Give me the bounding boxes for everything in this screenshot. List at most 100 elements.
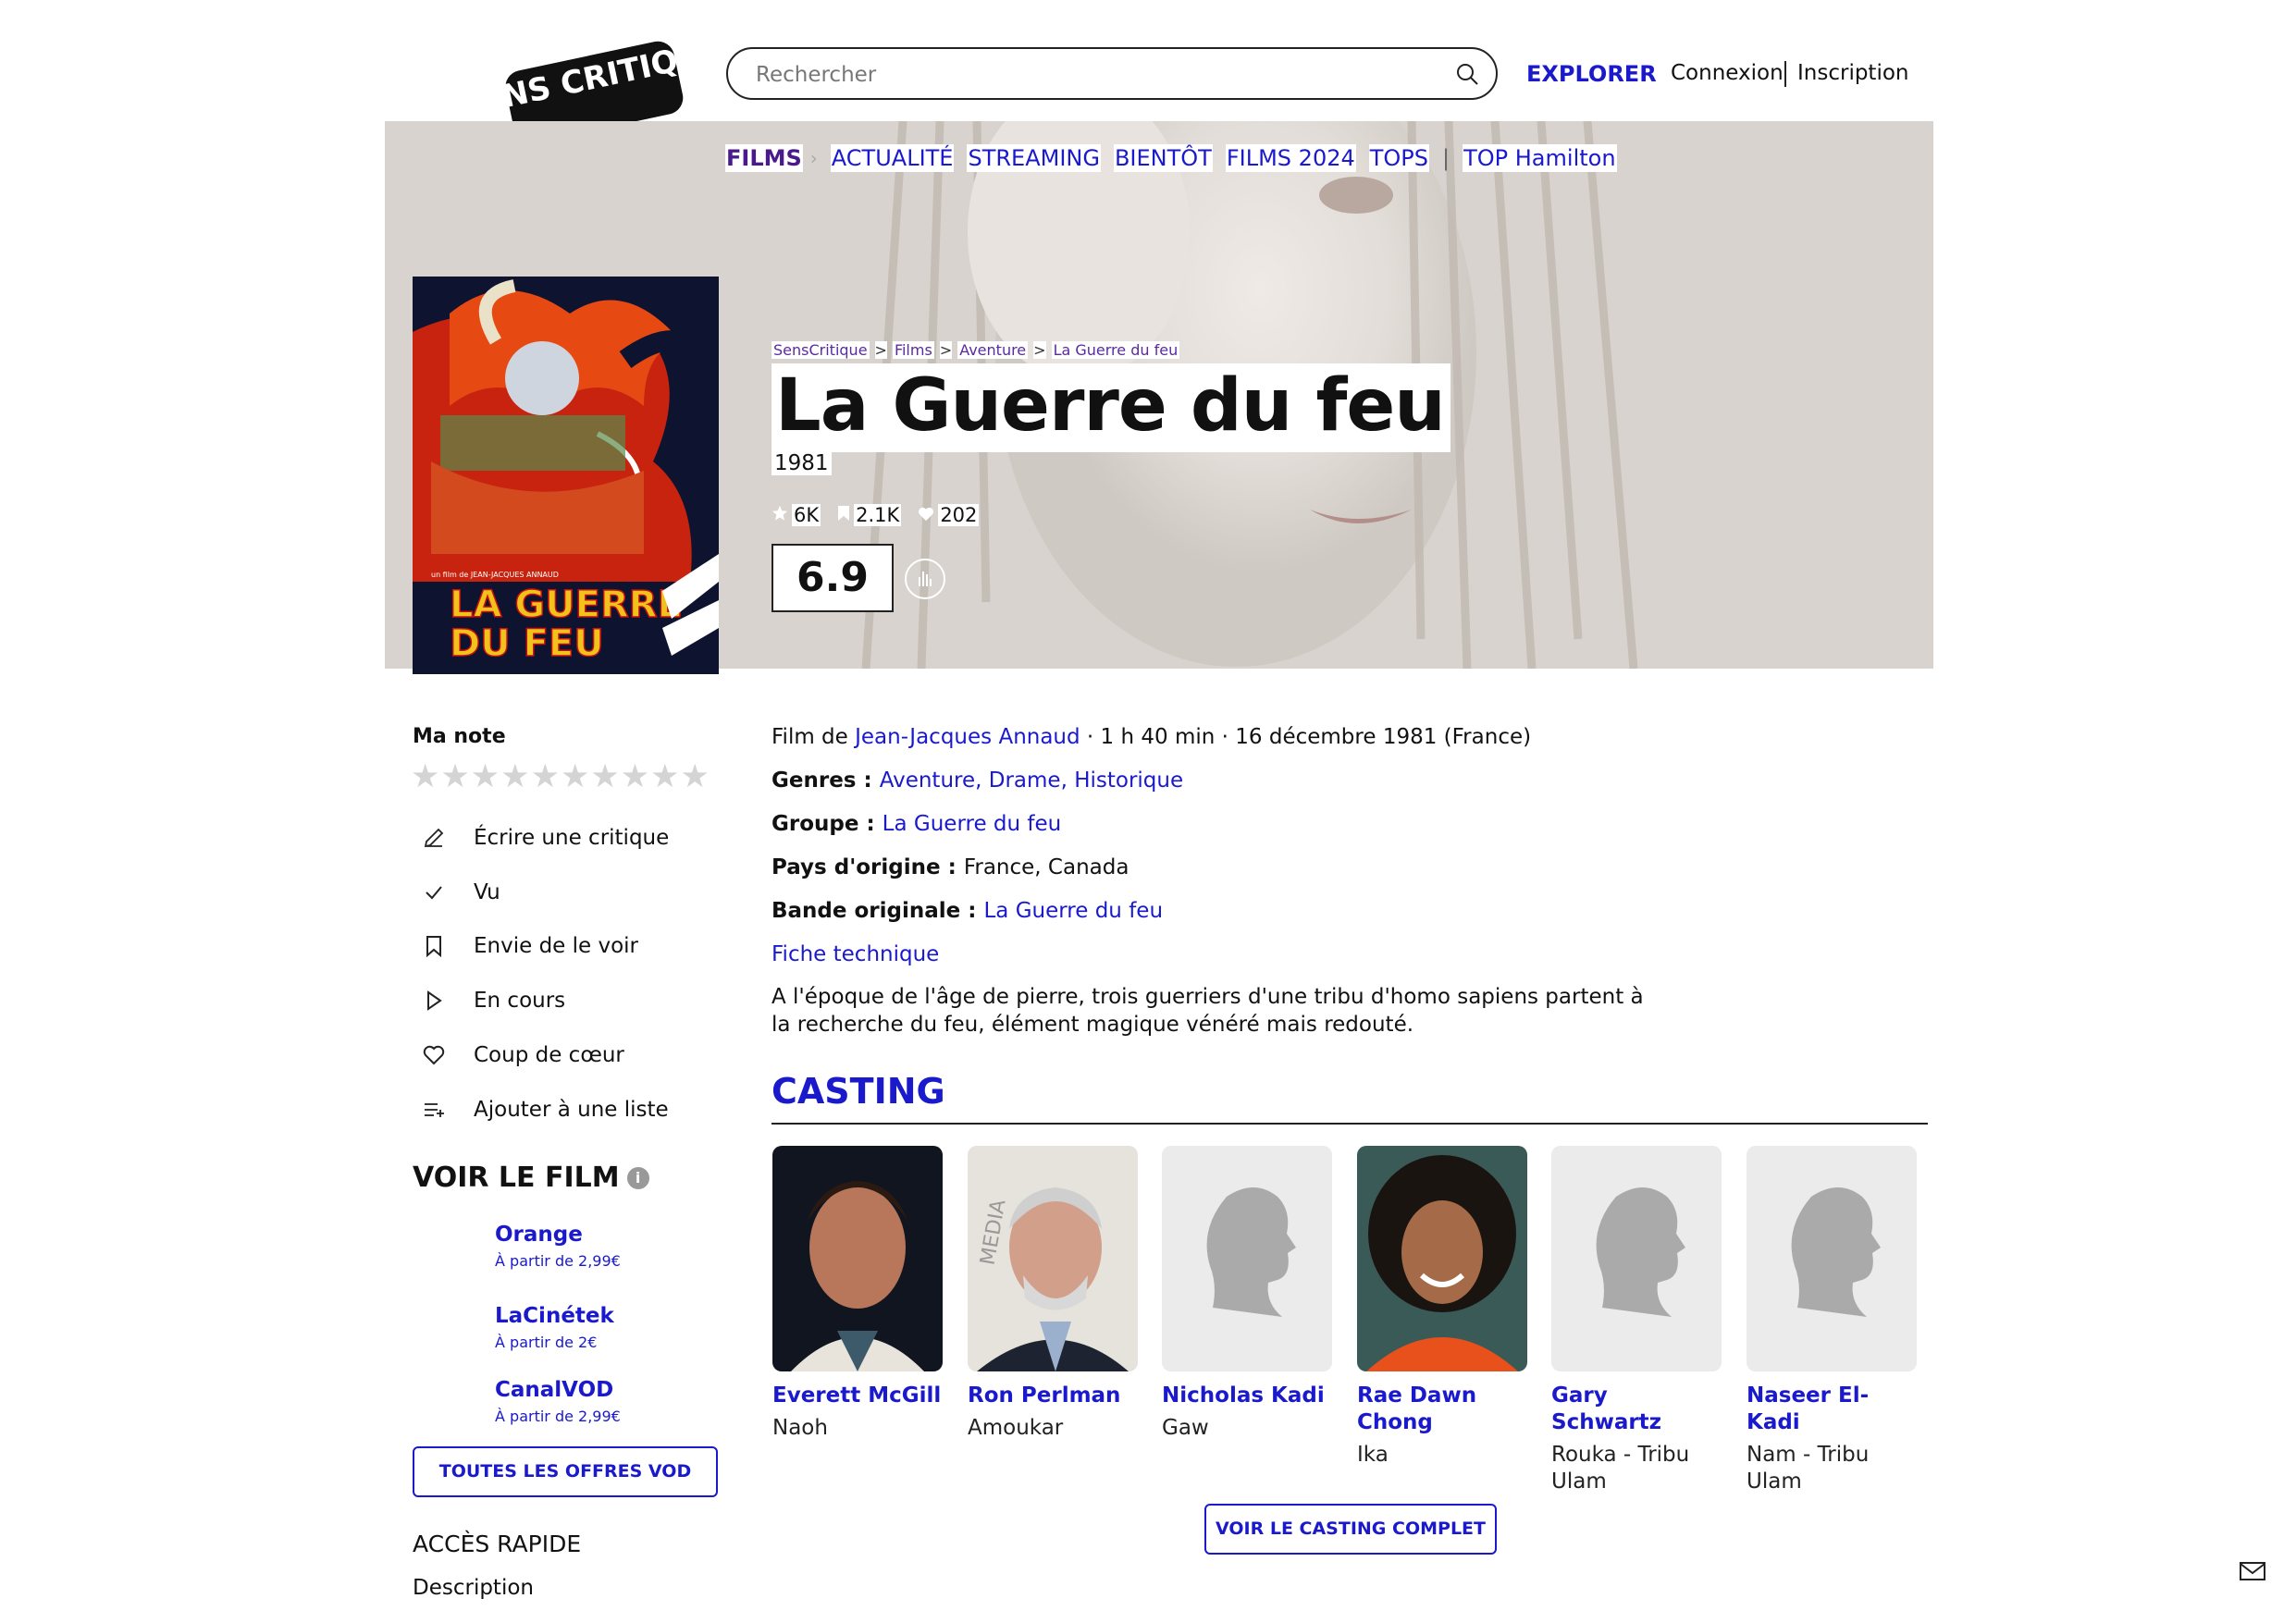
nav-actualite[interactable]: ACTUALITÉ xyxy=(830,144,955,172)
wishes-count: 2.1K xyxy=(854,504,902,526)
nav-bientot[interactable]: BIENTÔT xyxy=(1113,144,1213,172)
rating-star-8[interactable]: ★ xyxy=(621,758,649,795)
nav-streaming[interactable]: STREAMING xyxy=(967,144,1101,172)
director-link[interactable]: Jean-Jacques Annaud xyxy=(855,725,1080,749)
rating-star-10[interactable]: ★ xyxy=(681,758,710,795)
chevron-right-icon: › xyxy=(809,147,818,169)
movie-year: 1981 xyxy=(772,451,832,475)
technical-sheet-link[interactable]: Fiche technique xyxy=(772,942,939,966)
actor-role: Nam - Tribu Ulam xyxy=(1747,1443,1870,1494)
average-score: 6.9 xyxy=(772,544,894,612)
cast-card[interactable]: Nicholas Kadi Gaw xyxy=(1162,1146,1332,1442)
favorite-action[interactable]: Coup de cœur xyxy=(418,1039,624,1071)
rating-star-4[interactable]: ★ xyxy=(500,758,529,795)
person-silhouette-icon xyxy=(1551,1146,1722,1371)
nav-tops[interactable]: TOPS xyxy=(1368,144,1430,172)
movie-stats: 6K 2.1K 202 xyxy=(772,504,980,526)
cast-card[interactable]: Rae Dawn Chong Ika xyxy=(1357,1146,1527,1469)
country-line: Pays d'origine : France, Canada xyxy=(772,855,1129,879)
seen-action[interactable]: Vu xyxy=(418,877,500,908)
group-link[interactable]: La Guerre du feu xyxy=(883,812,1062,836)
add-to-list-action[interactable]: Ajouter à une liste xyxy=(418,1094,669,1125)
in-progress-action[interactable]: En cours xyxy=(418,985,565,1016)
genre-separator: , xyxy=(1060,768,1075,793)
rating-star-9[interactable]: ★ xyxy=(650,758,679,795)
soundtrack-label: Bande originale : xyxy=(772,899,984,923)
search-bar[interactable] xyxy=(726,47,1498,100)
want-to-see-action[interactable]: Envie de le voir xyxy=(418,930,638,962)
actor-role: Ika xyxy=(1357,1443,1389,1467)
play-icon xyxy=(418,985,450,1016)
rating-star-5[interactable]: ★ xyxy=(531,758,560,795)
rating-star-6[interactable]: ★ xyxy=(561,758,589,795)
seen-label: Vu xyxy=(474,880,500,904)
genre-link-aventure[interactable]: Aventure xyxy=(880,768,975,793)
rating-star-2[interactable]: ★ xyxy=(440,758,469,795)
search-input[interactable] xyxy=(754,49,1442,100)
poster-title-2: DU FEU xyxy=(450,622,604,665)
poster-credit: un film de JEAN-JACQUES ANNAUD xyxy=(431,571,559,579)
rating-stars[interactable]: ★ ★ ★ ★ ★ ★ ★ ★ ★ ★ xyxy=(411,758,710,795)
breadcrumb-current[interactable]: La Guerre du feu xyxy=(1051,341,1180,359)
actor-photo[interactable] xyxy=(772,1146,943,1371)
login-link[interactable]: Connexion xyxy=(1671,61,1784,85)
explorer-link[interactable]: EXPLORER xyxy=(1526,61,1657,87)
actor-photo-placeholder[interactable] xyxy=(1747,1146,1917,1371)
rating-star-1[interactable]: ★ xyxy=(411,758,439,795)
signup-link[interactable]: Inscription xyxy=(1797,61,1909,85)
breadcrumb-aventure[interactable]: Aventure xyxy=(957,341,1029,359)
actor-role: Amoukar xyxy=(968,1416,1064,1440)
wishes-stat: 2.1K xyxy=(837,504,902,526)
write-review-action[interactable]: Écrire une critique xyxy=(418,822,669,854)
actor-name[interactable]: Everett McGill xyxy=(772,1383,943,1409)
mail-icon[interactable] xyxy=(2239,1560,2266,1586)
actor-name[interactable]: Rae Dawn Chong xyxy=(1357,1383,1527,1436)
films-nav: FILMS › ACTUALITÉ STREAMING BIENTÔT FILM… xyxy=(725,143,1630,173)
vod-offer-lacinetek[interactable]: LaCinétek À partir de 2€ xyxy=(495,1304,614,1351)
likes-count: 202 xyxy=(938,504,980,526)
genre-separator: , xyxy=(975,768,989,793)
description-link[interactable]: Description xyxy=(413,1576,534,1600)
check-icon xyxy=(418,877,450,908)
nav-top-hamilton[interactable]: TOP Hamilton xyxy=(1463,144,1617,172)
film-by-prefix: Film de xyxy=(772,725,856,749)
all-vod-offers-button[interactable]: TOUTES LES OFFRES VOD xyxy=(413,1446,718,1497)
search-icon[interactable] xyxy=(1455,62,1479,90)
rating-star-7[interactable]: ★ xyxy=(590,758,619,795)
write-review-label: Écrire une critique xyxy=(474,826,670,850)
breadcrumb-senscritique[interactable]: SensCritique xyxy=(772,341,870,359)
movie-title: La Guerre du feu xyxy=(772,363,1450,452)
bar-chart-icon xyxy=(919,572,932,586)
rating-star-3[interactable]: ★ xyxy=(471,758,500,795)
casting-divider xyxy=(772,1123,1928,1125)
poster-title-1: LA GUERRE xyxy=(450,584,683,626)
soundtrack-link[interactable]: La Guerre du feu xyxy=(983,899,1163,923)
actor-name[interactable]: Ron Perlman xyxy=(968,1383,1138,1409)
favorite-label: Coup de cœur xyxy=(474,1043,624,1067)
genre-link-drame[interactable]: Drame xyxy=(989,768,1061,793)
actor-name[interactable]: Nicholas Kadi xyxy=(1162,1383,1332,1409)
nav-films-2024[interactable]: FILMS 2024 xyxy=(1225,144,1356,172)
actor-name[interactable]: Gary Schwartz xyxy=(1551,1383,1722,1436)
breadcrumb-films[interactable]: Films xyxy=(892,341,934,359)
actor-photo[interactable] xyxy=(1357,1146,1527,1371)
rating-distribution-button[interactable] xyxy=(905,559,945,599)
vod-name: Orange xyxy=(495,1223,583,1247)
actor-photo-placeholder[interactable] xyxy=(1162,1146,1332,1371)
vod-offer-orange[interactable]: Orange À partir de 2,99€ xyxy=(495,1223,621,1270)
cast-card[interactable]: MEDIA Ron Perlman Amoukar xyxy=(968,1146,1138,1442)
cast-card[interactable]: Naseer El-Kadi Nam - Tribu Ulam xyxy=(1747,1146,1917,1495)
actor-photo[interactable]: MEDIA xyxy=(968,1146,1138,1371)
genre-link-historique[interactable]: Historique xyxy=(1074,768,1183,793)
full-casting-button[interactable]: VOIR LE CASTING COMPLET xyxy=(1204,1504,1497,1555)
actor-role: Rouka - Tribu Ulam xyxy=(1551,1443,1690,1494)
cast-card[interactable]: Everett McGill Naoh xyxy=(772,1146,943,1442)
movie-poster[interactable]: un film de JEAN-JACQUES ANNAUD LA GUERRE… xyxy=(413,277,719,695)
actor-name[interactable]: Naseer El-Kadi xyxy=(1747,1383,1917,1436)
info-icon[interactable]: i xyxy=(626,1166,649,1189)
vod-offer-canalvod[interactable]: CanalVOD À partir de 2,99€ xyxy=(495,1378,621,1425)
nav-films[interactable]: FILMS xyxy=(725,144,803,172)
actor-photo-placeholder[interactable] xyxy=(1551,1146,1722,1371)
pencil-icon xyxy=(418,822,450,854)
cast-card[interactable]: Gary Schwartz Rouka - Tribu Ulam xyxy=(1551,1146,1722,1495)
